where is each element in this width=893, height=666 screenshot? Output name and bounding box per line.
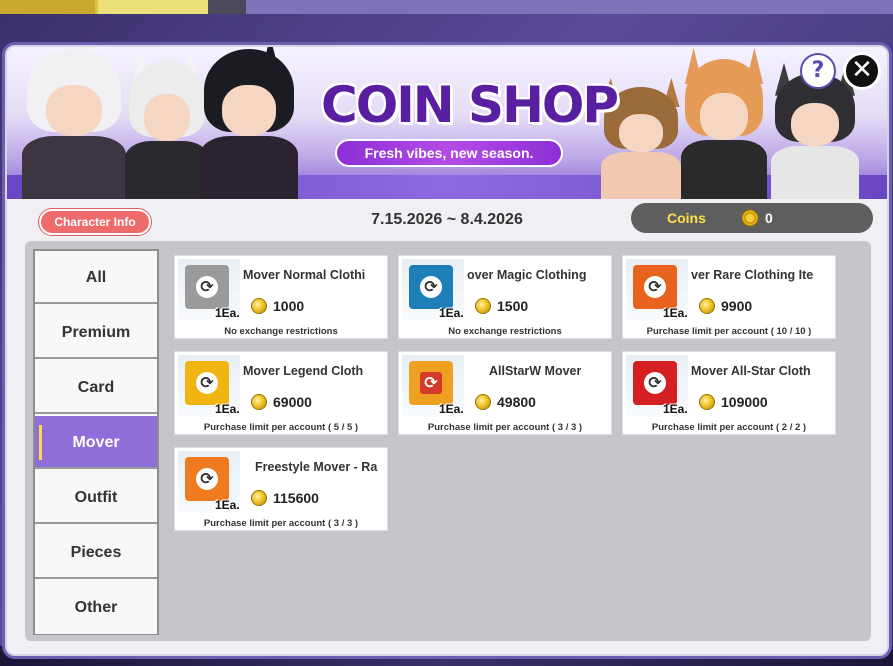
freestyle-mover-icon: ⟳ [185,457,229,501]
banner-character-5 [675,47,773,199]
shop-item-card[interactable]: ⟳ 1Ea. ver Rare Clothing Ite 9900 Purcha… [622,255,836,339]
item-name: ver Rare Clothing Ite [691,268,814,282]
item-quantity: 1Ea. [439,402,464,416]
item-name: Mover Legend Cloth [243,364,364,378]
shop-title: COIN SHOP [321,76,619,134]
item-price: 1000 [273,298,305,314]
item-quantity: 1Ea. [215,498,240,512]
gold-coin-icon [699,394,715,410]
item-price: 115600 [273,490,319,506]
item-name: Mover All-Star Cloth [691,364,811,378]
item-purchase-limit: Purchase limit per account ( 5 / 5 ) [203,422,359,433]
item-purchase-limit: Purchase limit per account ( 3 / 3 ) [203,518,359,529]
item-price: 9900 [721,298,753,314]
banner-character-6 [765,62,865,199]
gold-coin-icon [475,298,491,314]
item-quantity: 1Ea. [215,306,240,320]
category-sidebar: All Premium Card Mover Outfit Pieces Oth… [33,249,159,635]
item-name: Mover Normal Clothi [243,268,366,282]
mover-ticket-icon: ⟳ [633,361,677,405]
category-other[interactable]: Other [35,581,157,634]
banner-character-3 [193,47,305,199]
item-quantity: 1Ea. [439,306,464,320]
item-purchase-limit: No exchange restrictions [448,326,562,337]
category-mover[interactable]: Mover [35,416,157,469]
mover-ticket-icon: ⟳ [185,265,229,309]
item-quantity: 1Ea. [215,402,240,416]
mover-ticket-icon: ⟳ [185,361,229,405]
item-purchase-limit: Purchase limit per account ( 2 / 2 ) [651,422,807,433]
item-price: 69000 [273,394,312,410]
item-price: 1500 [497,298,529,314]
gold-coin-icon [475,394,491,410]
shop-item-card[interactable]: ⟳ 1Ea. Freestyle Mover - Ra 115600 Purch… [174,447,388,531]
coins-balance: Coins 0 [631,203,873,233]
coin-shop-window: COIN SHOP Fresh vibes, new season. ? ✕ C… [5,45,889,656]
mover-ticket-icon: ⟳ [633,265,677,309]
gold-coin-icon [251,298,267,314]
shop-item-card[interactable]: ⟳ 1Ea. Mover Normal Clothi 1000 No excha… [174,255,388,339]
gold-coin-icon [699,298,715,314]
category-outfit[interactable]: Outfit [35,471,157,524]
shop-info-row: Character Info 7.15.2026 ~ 8.4.2026 Coin… [7,199,887,239]
close-button[interactable]: ✕ [843,52,881,90]
shop-item-card[interactable]: ⟳ 1Ea. Mover All-Star Cloth 109000 Purch… [622,351,836,435]
card-mover-icon: ⟳ [409,361,453,405]
event-date-range: 7.15.2026 ~ 8.4.2026 [371,211,523,228]
item-price: 109000 [721,394,768,410]
item-price: 49800 [497,394,536,410]
shop-item-card[interactable]: ⟳ 1Ea. Mover Legend Cloth 69000 Purchase… [174,351,388,435]
coins-label: Coins [667,210,706,226]
item-quantity: 1Ea. [663,306,688,320]
help-button[interactable]: ? [800,53,836,89]
character-info-button[interactable]: Character Info [39,209,151,235]
shop-item-card[interactable]: ⟳ 1Ea. over Magic Clothing 1500 No excha… [398,255,612,339]
item-purchase-limit: Purchase limit per account ( 3 / 3 ) [427,422,583,433]
background-banner-strip [0,0,893,14]
item-purchase-limit: Purchase limit per account ( 10 / 10 ) [646,326,812,337]
mover-ticket-icon: ⟳ [409,265,453,309]
shop-item-card[interactable]: ⟳ 1Ea. AllStarW Mover 49800 Purchase lim… [398,351,612,435]
gold-coin-icon [251,490,267,506]
item-purchase-limit: No exchange restrictions [224,326,338,337]
gold-coin-icon [741,209,759,227]
shop-subtitle: Fresh vibes, new season. [335,139,563,167]
category-card[interactable]: Card [35,361,157,414]
category-premium[interactable]: Premium [35,306,157,359]
shop-banner: COIN SHOP Fresh vibes, new season. ? ✕ [7,47,887,199]
category-pieces[interactable]: Pieces [35,526,157,579]
item-name: over Magic Clothing [467,268,587,282]
item-name: AllStarW Mover [489,364,582,378]
coins-value: 0 [765,210,773,226]
banner-character-1 [15,47,133,199]
gold-coin-icon [251,394,267,410]
category-all[interactable]: All [35,251,157,304]
shop-content: All Premium Card Mover Outfit Pieces Oth… [25,241,871,641]
item-name: Freestyle Mover - Ra [255,460,378,474]
item-quantity: 1Ea. [663,402,688,416]
